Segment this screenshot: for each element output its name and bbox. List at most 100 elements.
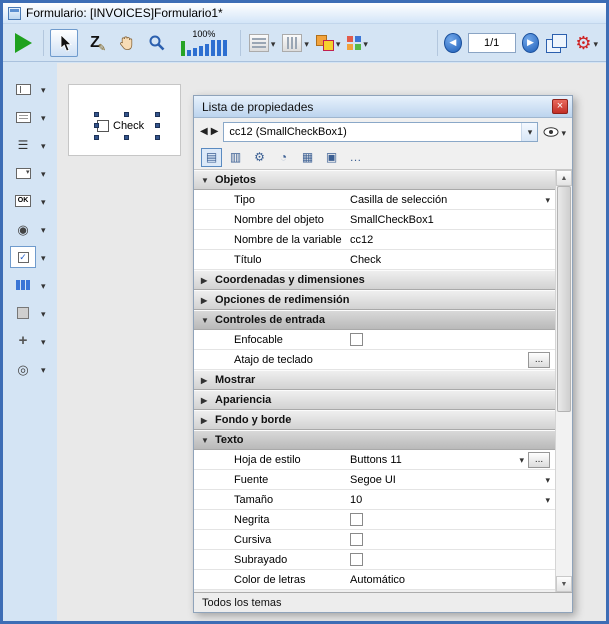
- chevron-down-icon[interactable]: [41, 360, 46, 378]
- property-list-title-bar[interactable]: Lista de propiedades ×: [194, 96, 572, 118]
- hoja-estilo-dropdown[interactable]: Buttons 11 ...: [346, 452, 555, 468]
- chevron-down-icon[interactable]: [561, 123, 566, 141]
- dropdown-button[interactable]: [521, 123, 537, 141]
- zoom-bars-icon[interactable]: [181, 39, 227, 56]
- selection-handle[interactable]: [155, 112, 160, 117]
- nombre-variable-value[interactable]: cc12: [346, 234, 555, 246]
- align-tool-button[interactable]: [247, 29, 278, 57]
- form-pages-button[interactable]: [542, 29, 570, 57]
- chevron-down-icon[interactable]: [304, 34, 309, 52]
- entry-order-tool-button[interactable]: Z✎: [81, 29, 109, 57]
- enfocable-checkbox[interactable]: [350, 333, 363, 346]
- sidebar-tool-button[interactable]: OK: [3, 187, 57, 215]
- selection-handle[interactable]: [124, 112, 129, 117]
- chevron-down-icon[interactable]: [41, 136, 46, 154]
- chevron-down-icon[interactable]: [41, 276, 46, 294]
- sidebar-tool-hierarchical-list[interactable]: ☰: [3, 131, 57, 159]
- tab-display[interactable]: ▣: [321, 148, 342, 167]
- settings-gear-button[interactable]: ⚙: [573, 29, 600, 57]
- atajo-value[interactable]: ...: [346, 352, 555, 368]
- selection-handle[interactable]: [155, 135, 160, 140]
- form-editor-canvas[interactable]: Check Lista de propiedades × ◀▶ cc12 (Sm: [57, 63, 606, 621]
- sidebar-tool-splitter[interactable]: +: [3, 327, 57, 355]
- sidebar-tool-radio-button[interactable]: ◉: [3, 215, 57, 243]
- subrayado-checkbox[interactable]: [350, 553, 363, 566]
- sidebar-tool-checkbox[interactable]: ✓: [3, 243, 57, 271]
- previous-page-button[interactable]: ◀: [444, 33, 462, 53]
- zoom-level-widget[interactable]: 100%: [176, 29, 232, 56]
- section-header-coordenadas[interactable]: ▶Coordenadas y dimensiones: [194, 270, 555, 290]
- chevron-down-icon[interactable]: [41, 80, 46, 98]
- previous-object-icon[interactable]: ◀: [200, 126, 208, 137]
- selection-handle[interactable]: [124, 135, 129, 140]
- chevron-down-icon[interactable]: [336, 34, 341, 52]
- sidebar-tool-text-area[interactable]: [3, 75, 57, 103]
- hand-tool-button[interactable]: [112, 29, 140, 57]
- next-page-button[interactable]: ▶: [522, 33, 540, 53]
- scroll-down-icon[interactable]: ▼: [556, 576, 572, 592]
- section-header-mostrar[interactable]: ▶Mostrar: [194, 370, 555, 390]
- chevron-down-icon[interactable]: [41, 304, 46, 322]
- chevron-down-icon[interactable]: [545, 194, 550, 206]
- scroll-up-icon[interactable]: ▲: [556, 170, 572, 186]
- fuente-dropdown[interactable]: Segoe UI: [346, 474, 555, 486]
- grid-magnet-tool-button[interactable]: [345, 29, 370, 57]
- properties-scrollbar[interactable]: ▲ ▼: [555, 170, 572, 592]
- object-nav-arrows[interactable]: ◀▶: [200, 126, 218, 137]
- titulo-value[interactable]: Check: [346, 254, 555, 266]
- tab-more[interactable]: …: [345, 148, 366, 167]
- chevron-down-icon[interactable]: [519, 454, 524, 466]
- tab-data[interactable]: ◔: [273, 148, 294, 167]
- nombre-objeto-value[interactable]: SmallCheckBox1: [346, 214, 555, 226]
- visibility-button[interactable]: [543, 123, 566, 141]
- sidebar-tool-rectangle[interactable]: [3, 299, 57, 327]
- chevron-down-icon[interactable]: [41, 220, 46, 238]
- chevron-down-icon[interactable]: [41, 192, 46, 210]
- tipo-value-dropdown[interactable]: Casilla de selección: [346, 194, 555, 206]
- title-bar[interactable]: Formulario: [INVOICES]Formulario1*: [3, 3, 606, 24]
- selection-handle[interactable]: [94, 135, 99, 140]
- chevron-down-icon[interactable]: [593, 34, 598, 52]
- sidebar-tool-button-grid[interactable]: [3, 271, 57, 299]
- ellipsis-button[interactable]: ...: [528, 452, 550, 468]
- sidebar-tool-combo-box[interactable]: [3, 159, 57, 187]
- scrollbar-thumb[interactable]: [557, 186, 571, 412]
- chevron-down-icon[interactable]: [41, 332, 46, 350]
- sidebar-tool-input-field[interactable]: [3, 103, 57, 131]
- tab-all-themes[interactable]: ▤: [201, 148, 222, 167]
- chevron-down-icon[interactable]: [41, 164, 46, 182]
- section-header-controles[interactable]: ▼Controles de entrada: [194, 310, 555, 330]
- chevron-down-icon[interactable]: [545, 494, 550, 506]
- chevron-down-icon[interactable]: [41, 108, 46, 126]
- execute-form-button[interactable]: [9, 29, 37, 57]
- zoom-tool-button[interactable]: [143, 29, 171, 57]
- form-page-area[interactable]: Check: [68, 84, 181, 156]
- tab-appearance[interactable]: ▦: [297, 148, 318, 167]
- close-button[interactable]: ×: [552, 99, 568, 114]
- tab-settings[interactable]: ⚙: [249, 148, 270, 167]
- ellipsis-button[interactable]: ...: [528, 352, 550, 368]
- section-header-redimension[interactable]: ▶Opciones de redimensión: [194, 290, 555, 310]
- chevron-down-icon[interactable]: [271, 34, 276, 52]
- section-header-apariencia[interactable]: ▶Apariencia: [194, 390, 555, 410]
- tab-object[interactable]: ▥: [225, 148, 246, 167]
- distribute-tool-button[interactable]: [280, 29, 311, 57]
- object-level-tool-button[interactable]: [314, 29, 343, 57]
- section-header-objetos[interactable]: ▼Objetos: [194, 170, 555, 190]
- selected-checkbox-widget[interactable]: Check: [97, 115, 157, 137]
- object-selector-dropdown[interactable]: cc12 (SmallCheckBox1): [223, 122, 538, 142]
- color-letras-value[interactable]: Automático: [346, 574, 555, 586]
- section-header-fondo[interactable]: ▶Fondo y borde: [194, 410, 555, 430]
- chevron-down-icon[interactable]: [363, 34, 368, 52]
- negrita-checkbox[interactable]: [350, 513, 363, 526]
- scrollbar-track[interactable]: [556, 186, 572, 576]
- sidebar-tool-tab-control[interactable]: ◎: [3, 355, 57, 383]
- selection-handle[interactable]: [94, 112, 99, 117]
- section-header-texto[interactable]: ▼Texto: [194, 430, 555, 450]
- cursiva-checkbox[interactable]: [350, 533, 363, 546]
- selection-handle[interactable]: [94, 123, 99, 128]
- next-object-icon[interactable]: ▶: [211, 126, 219, 137]
- pointer-tool-button[interactable]: [50, 29, 78, 57]
- chevron-down-icon[interactable]: [545, 474, 550, 486]
- chevron-down-icon[interactable]: [41, 248, 46, 266]
